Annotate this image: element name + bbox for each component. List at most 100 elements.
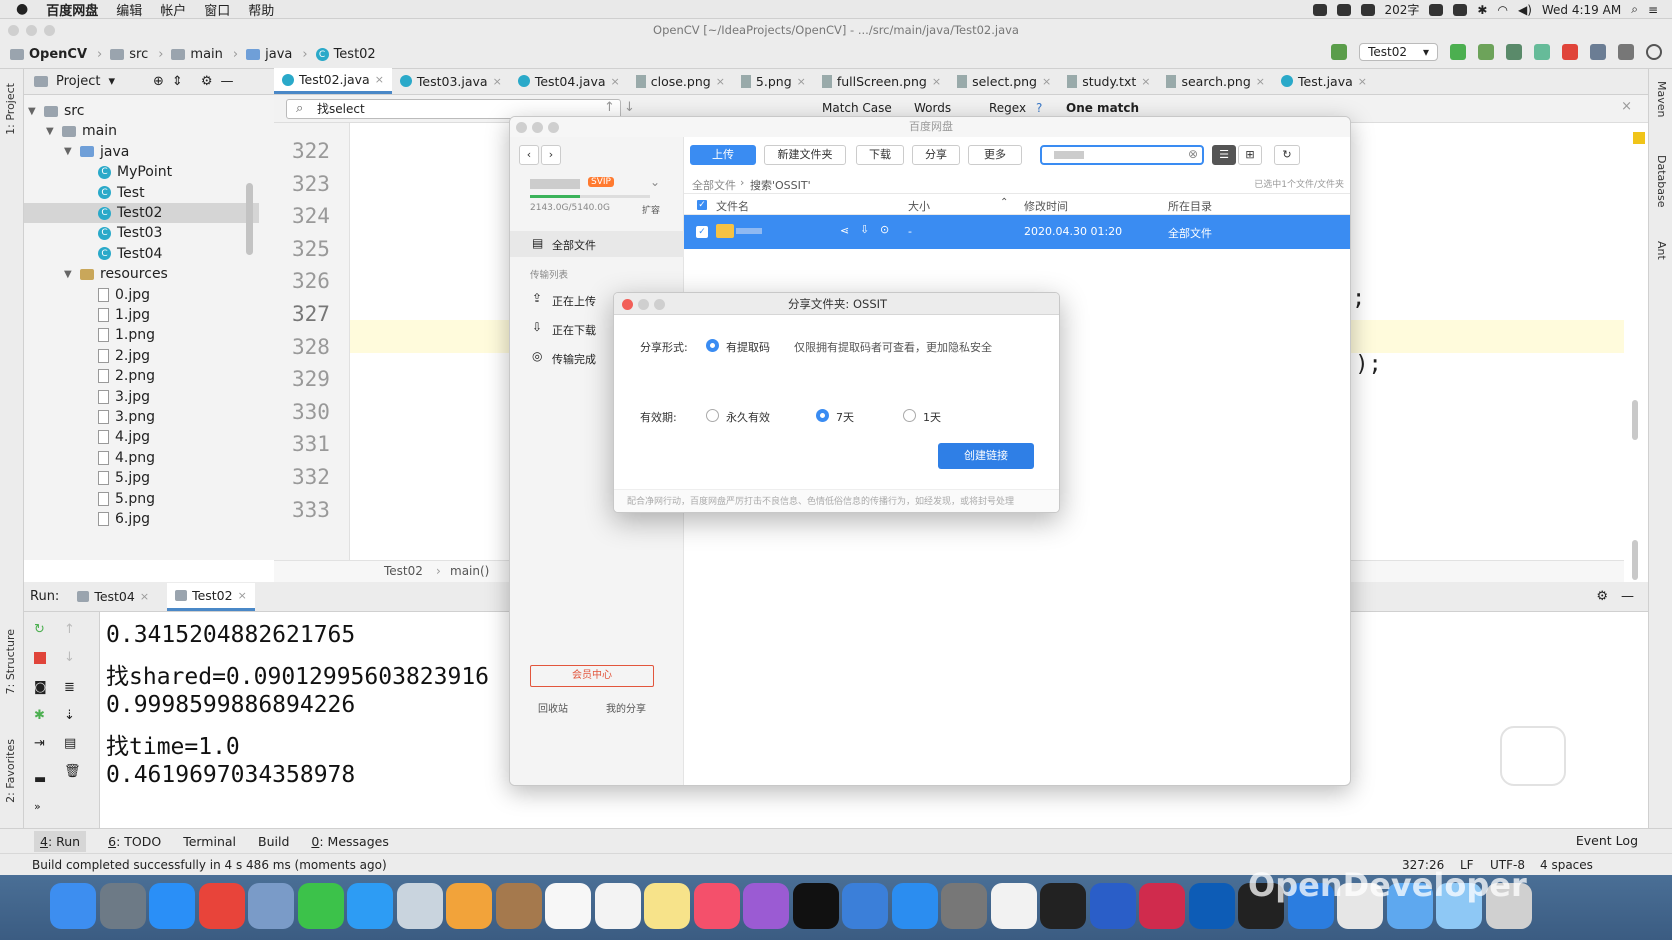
column-modified[interactable]: 修改时间 xyxy=(1024,198,1068,214)
close-icon[interactable]: × xyxy=(797,75,806,88)
keynote-icon[interactable] xyxy=(842,883,888,929)
share-code-option[interactable]: 有提取码 xyxy=(726,339,770,355)
safari-icon[interactable] xyxy=(149,883,195,929)
clock[interactable]: Wed 4:19 AM xyxy=(1542,3,1621,17)
ant-tool-button[interactable]: Ant xyxy=(1655,241,1668,260)
tree-item[interactable]: 2.png xyxy=(82,366,155,386)
validity-forever-label[interactable]: 永久有效 xyxy=(726,409,770,425)
hide-panel-icon[interactable]: — xyxy=(1621,589,1634,604)
apple-icon[interactable]: ● xyxy=(16,1,28,17)
editor-tab[interactable]: search.png × xyxy=(1158,68,1273,94)
validity-7day-label[interactable]: 7天 xyxy=(836,409,854,425)
expand-link[interactable]: 扩容 xyxy=(642,203,660,216)
up-arrow-icon[interactable]: ↑ xyxy=(64,622,75,637)
tree-item[interactable]: 4.jpg xyxy=(82,427,150,447)
share-icon[interactable]: ⋖ xyxy=(840,224,849,237)
tree-item[interactable]: 5.jpg xyxy=(82,468,150,488)
bottom-tool-button[interactable]: Build xyxy=(258,834,289,849)
breadcrumb-file[interactable]: C Test02 xyxy=(315,47,376,62)
editor-tab[interactable]: 5.png × xyxy=(733,68,814,94)
recycle-bin-link[interactable]: 回收站 xyxy=(538,700,568,715)
run-tab-test04[interactable]: Test04 × xyxy=(69,585,157,609)
favorites-tool-button[interactable]: 2: Favorites xyxy=(4,739,17,803)
back-icon[interactable]: ‹ xyxy=(519,145,539,165)
tree-item[interactable]: 1.jpg xyxy=(82,305,150,325)
terminal-icon[interactable] xyxy=(1618,44,1634,60)
close-window-button[interactable] xyxy=(516,122,527,133)
layout-icon[interactable]: ▬ xyxy=(34,772,46,787)
close-find-icon[interactable]: × xyxy=(1621,99,1632,114)
match-case-checkbox[interactable]: Match Case xyxy=(822,101,892,115)
minimize-window-button[interactable] xyxy=(532,122,543,133)
validity-1day-radio[interactable] xyxy=(903,409,916,422)
close-icon[interactable]: × xyxy=(375,73,384,86)
wifi-icon[interactable]: ◠ xyxy=(1497,3,1507,17)
database-tool-button[interactable]: Database xyxy=(1655,155,1668,208)
tree-item[interactable]: 1.png xyxy=(82,325,155,345)
close-icon[interactable]: × xyxy=(611,75,620,88)
expand-arrow-icon[interactable]: ▼ xyxy=(46,126,56,137)
bottom-tool-button[interactable]: 0: Messages xyxy=(311,834,388,849)
file-search-input[interactable]: ⊗ xyxy=(1040,145,1204,165)
tree-item[interactable]: C Test04 xyxy=(82,244,162,264)
apple-tv-icon[interactable] xyxy=(792,883,839,929)
refresh-icon[interactable]: ↻ xyxy=(1274,145,1300,165)
debug-icon[interactable] xyxy=(1478,44,1494,60)
breadcrumb-main[interactable]: main xyxy=(171,47,223,62)
launchpad-icon[interactable] xyxy=(99,883,146,929)
regex-checkbox[interactable]: Regex xyxy=(989,101,1026,115)
exit-icon[interactable]: ⇥ xyxy=(34,736,45,751)
maps-icon[interactable] xyxy=(396,883,443,929)
editor-scrollbar-bottom[interactable] xyxy=(1632,540,1638,580)
share-code-radio[interactable] xyxy=(706,339,719,352)
build-hammer-icon[interactable] xyxy=(1331,44,1348,60)
hide-panel-icon[interactable]: — xyxy=(220,74,233,89)
tree-item[interactable]: 6.jpg xyxy=(82,509,150,529)
project-tool-button[interactable]: 1: Project xyxy=(4,83,17,135)
volume-icon[interactable]: ◀) xyxy=(1518,3,1532,17)
camera-icon[interactable]: ◙ xyxy=(34,680,47,695)
download-icon[interactable]: ⇩ xyxy=(860,223,869,236)
word-icon[interactable] xyxy=(1089,883,1136,929)
collapse-all-icon[interactable]: ⇕ xyxy=(172,74,183,89)
podcasts-icon[interactable] xyxy=(743,883,789,929)
select-all-checkbox[interactable]: ✓ xyxy=(696,199,708,211)
contacts-icon[interactable] xyxy=(495,883,542,929)
validity-forever-radio[interactable] xyxy=(706,409,719,422)
indent-setting[interactable]: 4 spaces xyxy=(1540,854,1593,876)
breadcrumb-all-files[interactable]: 全部文件 xyxy=(692,177,736,193)
tree-item[interactable]: ▼ main xyxy=(46,121,117,141)
run-config-dropdown[interactable]: Test02 ▾ xyxy=(1359,43,1438,61)
regex-help-link[interactable]: ? xyxy=(1036,101,1042,115)
expand-arrow-icon[interactable]: ▼ xyxy=(64,269,74,280)
coverage-icon[interactable] xyxy=(1506,44,1522,60)
gear-icon[interactable]: ⚙ xyxy=(1596,589,1608,604)
tree-item[interactable]: 2.jpg xyxy=(82,346,150,366)
stop-icon[interactable] xyxy=(1562,44,1578,60)
close-icon[interactable]: × xyxy=(1141,75,1150,88)
menu-account[interactable]: 帐户 xyxy=(160,0,186,19)
sidebar-item-downloading[interactable]: 正在下载 xyxy=(552,322,596,338)
tree-item[interactable]: 3.png xyxy=(82,407,155,427)
maven-tool-button[interactable]: Maven xyxy=(1655,81,1668,117)
stop-icon[interactable] xyxy=(34,652,46,664)
chevron-down-icon[interactable]: ▾ xyxy=(108,74,115,89)
structure-tool-button[interactable]: 7: Structure xyxy=(4,629,17,694)
breadcrumb-src[interactable]: src xyxy=(110,47,148,62)
trash-icon[interactable]: 🗑 xyxy=(64,764,81,779)
close-window-button[interactable] xyxy=(8,25,19,36)
menu-edit[interactable]: 编辑 xyxy=(116,0,142,19)
app-store-icon[interactable] xyxy=(891,883,938,929)
sidebar-item-done[interactable]: 传输完成 xyxy=(552,351,596,367)
inspection-status-icon[interactable] xyxy=(1633,132,1645,144)
gear-icon[interactable]: ⚙ xyxy=(201,74,213,89)
rerun-icon[interactable] xyxy=(1450,44,1466,60)
soft-wrap-icon[interactable]: ≣ xyxy=(64,680,75,695)
control-center-icon[interactable]: ≡ xyxy=(1648,3,1658,17)
profile-icon[interactable] xyxy=(1534,44,1550,60)
more-button[interactable]: 更多 xyxy=(968,145,1022,165)
chrome-icon[interactable] xyxy=(198,883,245,929)
validity-7day-radio[interactable] xyxy=(816,409,829,422)
grid-view-icon[interactable]: ⊞ xyxy=(1238,145,1262,165)
column-directory[interactable]: 所在目录 xyxy=(1168,198,1212,214)
